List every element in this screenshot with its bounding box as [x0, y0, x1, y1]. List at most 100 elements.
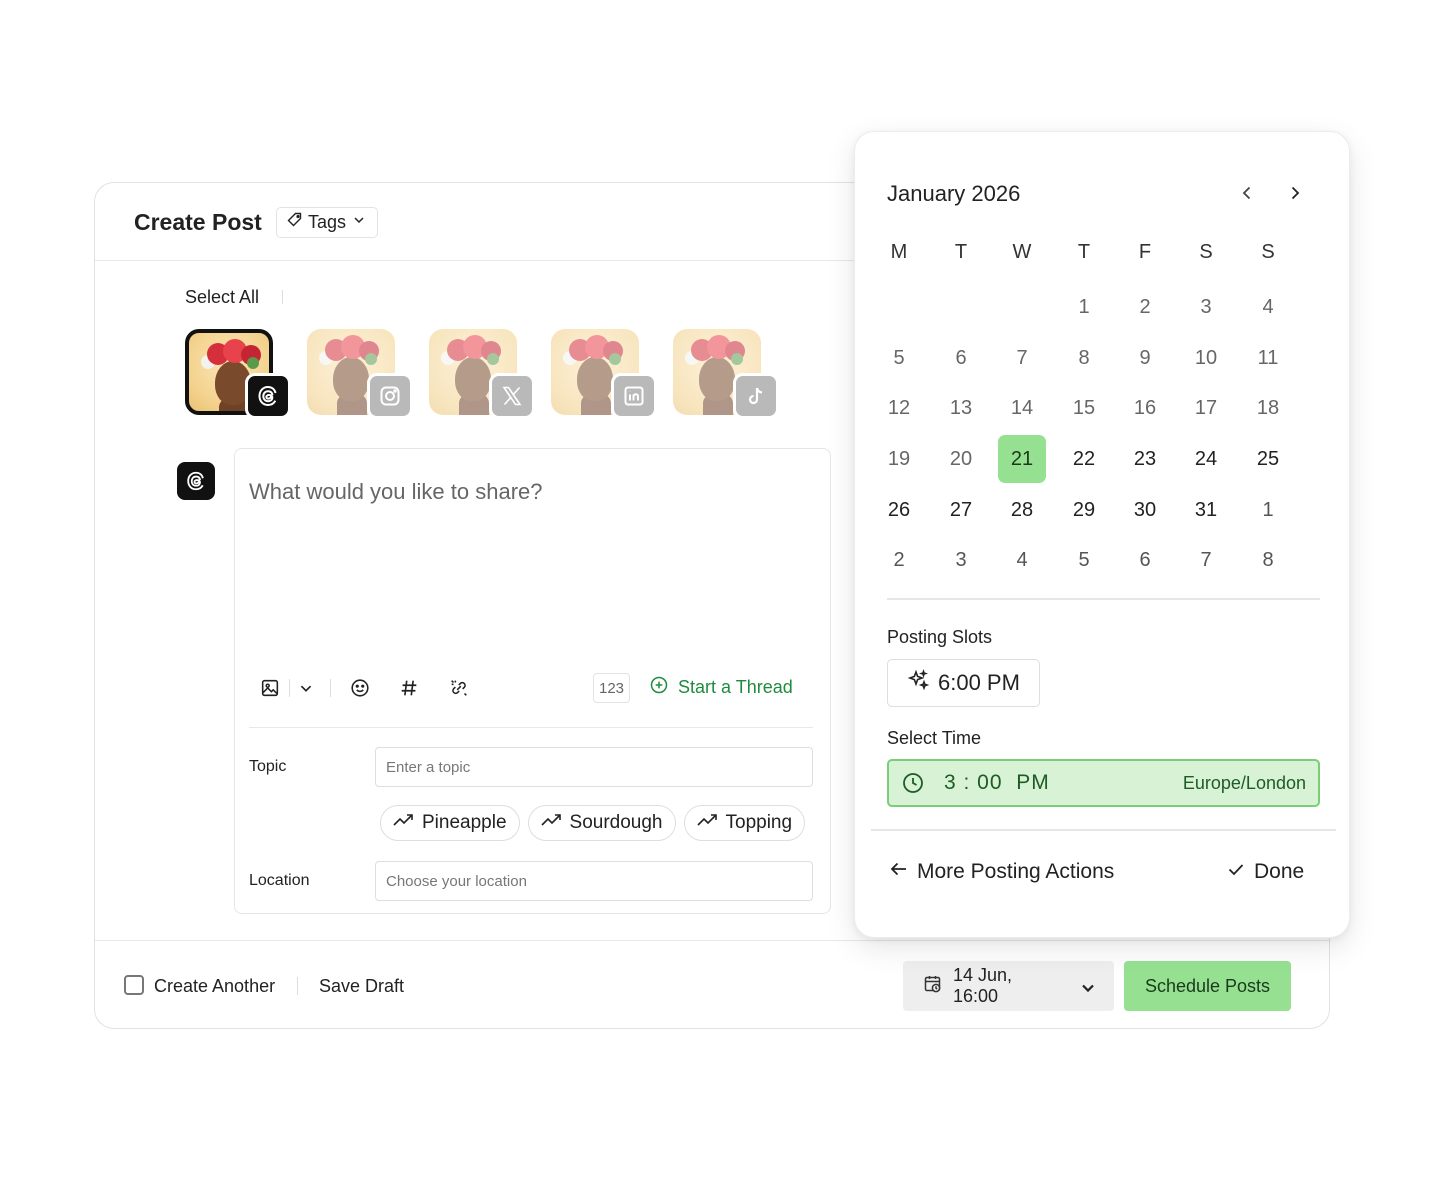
calendar-day[interactable]: 25 — [1244, 435, 1292, 483]
account-x[interactable] — [429, 329, 535, 421]
calendar-day[interactable]: 11 — [1244, 334, 1292, 382]
calendar-weekday: M — [890, 241, 908, 263]
calendar-day[interactable]: 7 — [1182, 536, 1230, 584]
calendar-day[interactable]: 5 — [1060, 536, 1108, 584]
divider — [297, 977, 298, 995]
calendar-day[interactable]: 15 — [1060, 384, 1108, 432]
plus-circle-icon — [649, 675, 669, 700]
more-posting-actions-label: More Posting Actions — [917, 860, 1115, 883]
calendar-day[interactable]: 6 — [937, 334, 985, 382]
calendar-day[interactable]: 2 — [1121, 283, 1169, 331]
create-another-checkbox[interactable] — [124, 975, 144, 995]
location-input[interactable] — [375, 861, 813, 901]
calendar-day[interactable]: 17 — [1182, 384, 1230, 432]
calendar-day[interactable]: 13 — [937, 384, 985, 432]
calendar-day[interactable]: 26 — [875, 486, 923, 534]
calendar-day[interactable]: 5 — [875, 334, 923, 382]
tags-button[interactable]: Tags — [276, 207, 379, 238]
checkmark-icon — [1226, 859, 1246, 885]
account-tiktok[interactable] — [673, 329, 779, 421]
calendar-day[interactable]: 8 — [1060, 334, 1108, 382]
calendar-day[interactable]: 29 — [1060, 486, 1108, 534]
calendar-day[interactable]: 4 — [998, 536, 1046, 584]
chevron-down-icon[interactable] — [293, 675, 319, 701]
posting-slots-label: Posting Slots — [887, 627, 993, 647]
calendar-day[interactable]: 3 — [1182, 283, 1230, 331]
calendar-day[interactable]: 24 — [1182, 435, 1230, 483]
calendar-day[interactable]: 30 — [1121, 486, 1169, 534]
chevron-right-icon[interactable] — [1284, 182, 1306, 204]
calendar-day[interactable]: 10 — [1182, 334, 1230, 382]
calendar-day[interactable]: 19 — [875, 435, 923, 483]
account-threads[interactable] — [185, 329, 291, 421]
chevron-down-icon — [1078, 978, 1094, 994]
post-text-input[interactable]: What would you like to share? — [249, 479, 543, 505]
hashtag-icon[interactable] — [396, 675, 422, 701]
calendar-day[interactable]: 9 — [1121, 334, 1169, 382]
calendar-day[interactable]: 1 — [1060, 283, 1108, 331]
emoji-icon[interactable] — [347, 675, 373, 701]
account-linkedin[interactable] — [551, 329, 657, 421]
account-instagram[interactable] — [307, 329, 413, 421]
schedule-date-value: 14 Jun, 16:00 — [953, 965, 1013, 1006]
calendar-day[interactable]: 22 — [1060, 435, 1108, 483]
date-time-popover: January 2026 MTWTFSS 1 2 3 4 5 6 7 8 9 10 11 12 13 14… — [854, 131, 1350, 938]
select-time-label: Select Time — [887, 728, 982, 748]
save-draft-button[interactable]: Save Draft — [319, 976, 404, 997]
chevron-down-icon — [351, 212, 367, 233]
calendar-day[interactable]: 20 — [937, 435, 985, 483]
calendar-day[interactable]: 31 — [1182, 486, 1230, 534]
instagram-icon — [367, 373, 413, 419]
calendar-weekday: T — [954, 241, 968, 263]
topic-chip-label: Sourdough — [569, 812, 663, 833]
calendar-day[interactable]: 7 — [998, 334, 1046, 382]
location-label: Location — [249, 872, 310, 889]
calendar-day[interactable]: 3 — [937, 536, 985, 584]
divider — [289, 679, 290, 697]
more-posting-actions-button[interactable]: More Posting Actions — [889, 859, 1114, 885]
calendar-day[interactable]: 23 — [1121, 435, 1169, 483]
composer-toolbar: 123 Start a Thread — [249, 673, 813, 703]
schedule-posts-button[interactable]: Schedule Posts — [1124, 961, 1291, 1011]
calendar-weekday: S — [1261, 241, 1275, 263]
trending-icon — [393, 812, 415, 834]
calendar-day[interactable]: 14 — [998, 384, 1046, 432]
calendar-day[interactable]: 1 — [1244, 486, 1292, 534]
calendar-day[interactable]: 4 — [1244, 283, 1292, 331]
time-picker[interactable]: 3 : 00 PM Europe/London — [887, 759, 1320, 807]
posting-slot-button[interactable]: 6:00 PM — [887, 659, 1040, 707]
calendar-day[interactable]: 27 — [937, 486, 985, 534]
schedule-date-button[interactable]: 14 Jun, 16:00 — [903, 961, 1114, 1011]
select-all-button[interactable]: Select All — [185, 287, 259, 308]
start-thread-button[interactable]: Start a Thread — [649, 675, 793, 700]
calendar-day[interactable]: 16 — [1121, 384, 1169, 432]
topic-chip[interactable]: Pineapple — [380, 805, 520, 841]
topic-suggestions: Pineapple Sourdough Topping — [380, 805, 806, 841]
topic-chip-label: Pineapple — [422, 812, 507, 833]
done-label: Done — [1254, 860, 1305, 883]
calendar-day[interactable]: 28 — [998, 486, 1046, 534]
topic-chip[interactable]: Topping — [683, 805, 806, 841]
calendar-day[interactable]: 12 — [875, 384, 923, 432]
calendar-day-selected[interactable]: 21 — [998, 435, 1046, 483]
clock-icon — [901, 771, 925, 795]
calendar-day[interactable]: 18 — [1244, 384, 1292, 432]
timezone-value[interactable]: Europe/London — [1183, 773, 1306, 794]
calendar-day[interactable]: 2 — [875, 536, 923, 584]
calendar-day[interactable]: 8 — [1244, 536, 1292, 584]
threads-icon — [177, 462, 215, 500]
divider — [249, 727, 813, 728]
divider — [887, 598, 1320, 600]
topic-label: Topic — [249, 758, 287, 775]
link-icon[interactable] — [446, 675, 472, 701]
topic-chip[interactable]: Sourdough — [527, 805, 676, 841]
start-thread-label: Start a Thread — [678, 677, 793, 697]
divider — [871, 829, 1336, 831]
create-another-label[interactable]: Create Another — [154, 976, 275, 997]
done-button[interactable]: Done — [1226, 859, 1304, 885]
sparkle-icon — [906, 668, 930, 698]
image-icon[interactable] — [257, 675, 283, 701]
chevron-left-icon[interactable] — [1236, 182, 1258, 204]
topic-input[interactable] — [375, 747, 813, 787]
calendar-day[interactable]: 6 — [1121, 536, 1169, 584]
